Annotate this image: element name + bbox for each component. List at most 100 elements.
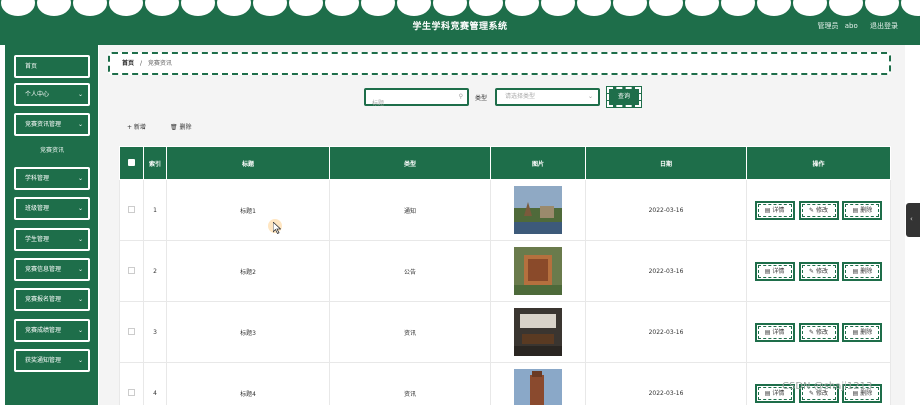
breadcrumb-current: 竞赛资讯: [147, 60, 172, 67]
row-checkbox-cell[interactable]: [119, 362, 144, 405]
sidebar-item-label: 个人中心: [25, 91, 50, 98]
table-row: 4 标题4 资讯 2022-03-16 ▤ 详情 ✎ 修改 ▤ 删除: [119, 362, 891, 405]
user-role: 管理员: [817, 22, 839, 30]
chevron-down-icon: ⌄: [77, 357, 83, 364]
username: abo: [844, 22, 858, 30]
sidebar-item-registration[interactable]: 竞赛报名管理 ⌄: [14, 288, 90, 311]
column-header-index: 索引: [143, 146, 167, 180]
title-cell: 标题3: [166, 301, 330, 363]
sidebar-item-class-management[interactable]: 班级管理 ⌄: [14, 197, 90, 220]
chevron-down-icon: ⌄: [77, 121, 83, 128]
top-header: 学生学科竞赛管理系统 管理员 abo 退出登录: [0, 0, 920, 45]
logout-link[interactable]: 退出登录: [870, 22, 898, 30]
index-cell: 1: [143, 179, 167, 241]
add-button[interactable]: + 新增: [127, 122, 146, 131]
batch-delete-button[interactable]: 🗑 删除: [170, 122, 192, 131]
date-cell: 2022-03-16: [585, 301, 747, 363]
breadcrumb-home[interactable]: 首页: [122, 60, 134, 67]
sidebar-item-label: 学科管理: [25, 175, 50, 182]
edit-button[interactable]: ✎ 修改: [798, 322, 839, 342]
column-header-actions: 操作: [746, 146, 891, 180]
column-header-date: 日期: [585, 146, 747, 180]
news-thumbnail: [514, 308, 562, 356]
chevron-down-icon: ⌄: [77, 205, 83, 212]
row-checkbox-cell[interactable]: [119, 179, 144, 241]
sidebar-item-label: 首页: [25, 63, 38, 70]
chevron-down-icon: ⌄: [77, 175, 83, 182]
row-checkbox-cell[interactable]: [119, 301, 144, 363]
sidebar-item-personal-center[interactable]: 个人中心 ⌄: [14, 83, 90, 106]
edit-label: 修改: [815, 328, 828, 336]
type-select-placeholder: 请选择类型: [505, 93, 536, 100]
sidebar-item-label: 竞赛成绩管理: [25, 327, 62, 334]
type-cell: 通知: [329, 179, 491, 241]
row-checkbox[interactable]: [128, 205, 135, 213]
sidebar-item-competition-info[interactable]: 竞赛信息管理 ⌄: [14, 258, 90, 281]
trash-icon: 🗑: [170, 124, 178, 131]
image-cell: [490, 240, 586, 302]
news-thumbnail: [514, 247, 562, 295]
delete-button[interactable]: ▤ 删除: [842, 322, 883, 342]
actions-cell: ▤ 详情 ✎ 修改 ▤ 删除: [746, 301, 891, 363]
news-table: 索引 标题 类型 图片 日期 操作 1 标题1 通知 2022-03-16 ▤ …: [119, 146, 891, 405]
index-cell: 4: [143, 362, 167, 405]
type-select[interactable]: 请选择类型 ⌄: [495, 88, 600, 106]
edit-button[interactable]: ✎ 修改: [798, 261, 839, 281]
query-button[interactable]: 查询: [606, 86, 642, 108]
image-cell: [490, 362, 586, 405]
index-cell: 2: [143, 240, 167, 302]
date-cell: 2022-03-16: [585, 240, 747, 302]
sidebar-item-home[interactable]: 首页: [14, 55, 90, 78]
row-checkbox[interactable]: [128, 388, 135, 396]
title-search-field[interactable]: ⚲: [364, 88, 469, 111]
app-title: 学生学科竞赛管理系统: [412, 22, 508, 32]
table-row: 2 标题2 公告 2022-03-16 ▤ 详情 ✎ 修改 ▤ 删除: [119, 240, 891, 302]
select-all-checkbox[interactable]: [128, 158, 135, 166]
row-checkbox[interactable]: [128, 266, 135, 274]
detail-label: 详情: [772, 206, 785, 214]
image-cell: [490, 179, 586, 241]
table-header-row: 索引 标题 类型 图片 日期 操作: [119, 146, 891, 180]
delete-button[interactable]: ▤ 删除: [842, 200, 883, 220]
sidebar-item-award-notices[interactable]: 获奖通知管理 ⌄: [14, 349, 90, 372]
title-search-input[interactable]: [366, 96, 456, 111]
title-cell: 标题2: [166, 240, 330, 302]
edit-button[interactable]: ✎ 修改: [798, 200, 839, 220]
sidebar-subitem-news[interactable]: 竞赛资讯: [14, 143, 90, 159]
detail-button[interactable]: ▤ 详情: [754, 322, 795, 342]
side-collapse-handle[interactable]: ‹: [906, 203, 920, 237]
chevron-left-icon: ‹: [910, 215, 913, 223]
detail-button[interactable]: ▤ 详情: [754, 261, 795, 281]
row-checkbox[interactable]: [128, 327, 135, 335]
edit-label: 修改: [815, 267, 828, 275]
search-icon: ⚲: [458, 93, 463, 100]
type-cell: 资讯: [329, 362, 491, 405]
sidebar-item-subject-management[interactable]: 学科管理 ⌄: [14, 167, 90, 190]
detail-label: 详情: [772, 267, 785, 275]
news-thumbnail: [514, 369, 562, 405]
type-label: 类型: [475, 95, 488, 102]
batch-delete-label: 删除: [179, 124, 192, 131]
actions-cell: ▤ 详情 ✎ 修改 ▤ 删除: [746, 179, 891, 241]
table-row: 1 标题1 通知 2022-03-16 ▤ 详情 ✎ 修改 ▤ 删除: [119, 179, 891, 241]
select-all-cell[interactable]: [119, 146, 144, 180]
sidebar-item-news-management[interactable]: 竞赛资讯管理 ⌄: [14, 113, 90, 136]
chevron-down-icon: ⌄: [77, 327, 83, 334]
news-thumbnail: [514, 186, 562, 234]
title-cell: 标题1: [166, 179, 330, 241]
user-info: 管理员 abo 退出登录: [814, 21, 898, 31]
row-checkbox-cell[interactable]: [119, 240, 144, 302]
watermark: CSDN @shaji1213: [782, 381, 873, 392]
chevron-down-icon: ⌄: [77, 266, 83, 273]
detail-button[interactable]: ▤ 详情: [754, 200, 795, 220]
sidebar-item-label: 学生管理: [25, 236, 50, 243]
table-row: 3 标题3 资讯 2022-03-16 ▤ 详情 ✎ 修改 ▤ 删除: [119, 301, 891, 363]
chevron-down-icon: ⌄: [77, 236, 83, 243]
sidebar-item-student-management[interactable]: 学生管理 ⌄: [14, 228, 90, 251]
image-cell: [490, 301, 586, 363]
sidebar-item-scores[interactable]: 竞赛成绩管理 ⌄: [14, 319, 90, 342]
chevron-down-icon: ⌄: [587, 93, 593, 100]
delete-label: 删除: [860, 267, 873, 275]
delete-button[interactable]: ▤ 删除: [842, 261, 883, 281]
mouse-cursor-icon: [273, 222, 281, 234]
